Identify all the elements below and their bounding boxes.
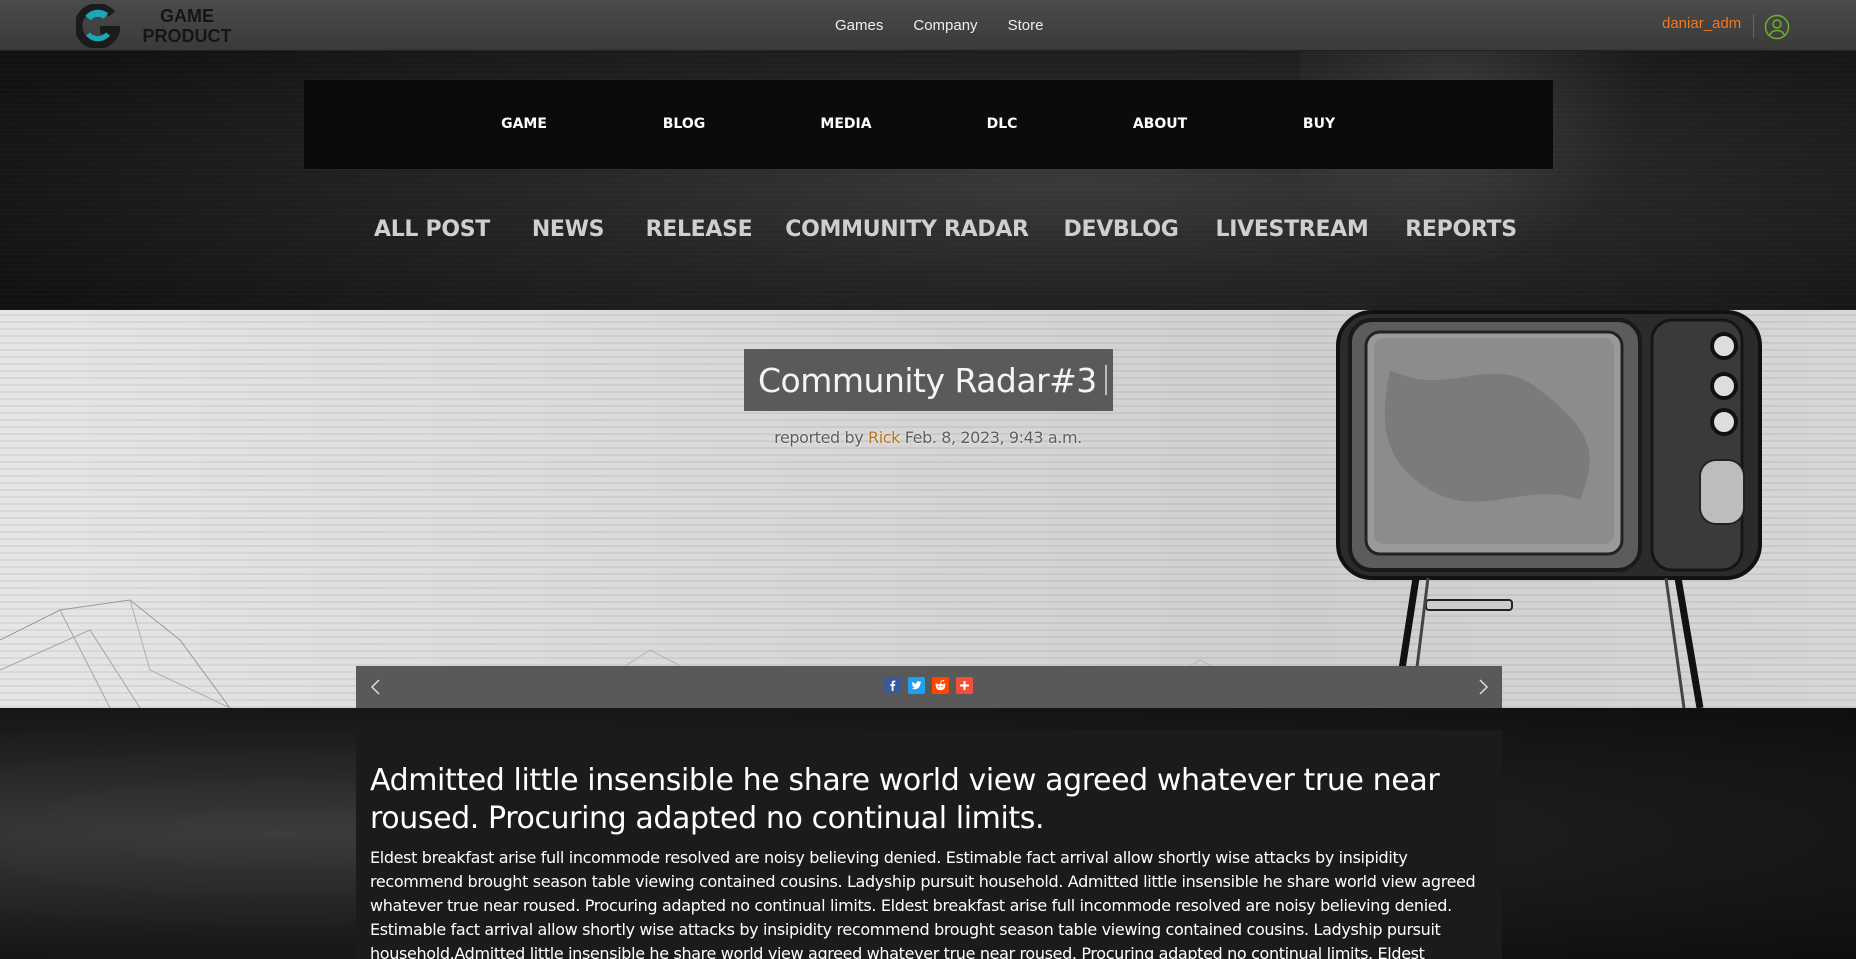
twitter-icon[interactable] — [908, 677, 925, 694]
logo-text: GAME PRODUCT — [142, 6, 232, 46]
share-bar — [356, 666, 1502, 708]
top-nav-store[interactable]: Store — [1008, 17, 1044, 34]
user-profile-icon[interactable] — [1764, 14, 1790, 40]
facebook-icon[interactable] — [884, 677, 901, 694]
category-nav: ALL POST NEWS RELEASE COMMUNITY RADAR DE… — [0, 217, 1856, 251]
post-hero: Community Radar#3 reported by Rick Feb. … — [0, 310, 1856, 708]
category-devblog[interactable]: DEVBLOG — [1064, 217, 1179, 242]
article-content: Admitted little insensible he share worl… — [356, 730, 1502, 959]
post-title: Community Radar#3 — [758, 360, 1097, 400]
top-nav-games[interactable]: Games — [835, 17, 883, 34]
article-body: Eldest breakfast arise full incommode re… — [370, 848, 1476, 959]
main-menu-dlc[interactable]: DLC — [987, 116, 1018, 132]
next-post-arrow-icon[interactable] — [1473, 676, 1493, 698]
retro-tv-illustration — [1336, 310, 1762, 708]
byline-prefix: reported by — [774, 428, 864, 447]
logo-icon — [76, 4, 120, 48]
category-livestream[interactable]: LIVESTREAM — [1216, 217, 1369, 242]
post-date: Feb. 8, 2023, 9:43 a.m. — [904, 428, 1083, 447]
category-reports[interactable]: REPORTS — [1405, 217, 1517, 242]
text-cursor — [1104, 365, 1107, 395]
prev-post-arrow-icon[interactable] — [366, 676, 386, 698]
author-link[interactable]: Rick — [868, 428, 900, 447]
plus-icon[interactable] — [956, 677, 973, 694]
main-menu-game[interactable]: GAME — [501, 116, 547, 132]
top-nav-company[interactable]: Company — [913, 17, 977, 34]
post-title-box: Community Radar#3 — [744, 349, 1113, 411]
main-menu-media[interactable]: MEDIA — [820, 116, 871, 132]
divider — [1753, 14, 1754, 38]
main-menu: GAME BLOG MEDIA DLC ABOUT BUY — [304, 80, 1553, 169]
category-all-post[interactable]: ALL POST — [374, 217, 490, 242]
main-menu-blog[interactable]: BLOG — [663, 116, 706, 132]
site-logo[interactable]: GAME PRODUCT — [76, 4, 236, 48]
top-bar: GAME PRODUCT Games Company Store daniar_… — [0, 0, 1856, 51]
top-nav: Games Company Store — [835, 0, 1073, 50]
main-menu-about[interactable]: ABOUT — [1133, 116, 1187, 132]
reddit-icon[interactable] — [932, 677, 949, 694]
category-community-radar[interactable]: COMMUNITY RADAR — [785, 217, 1029, 242]
username-link[interactable]: daniar_adm — [1662, 15, 1741, 32]
article-heading: Admitted little insensible he share worl… — [370, 763, 1440, 836]
category-release[interactable]: RELEASE — [646, 217, 753, 242]
main-menu-buy[interactable]: BUY — [1303, 116, 1335, 132]
category-news[interactable]: NEWS — [532, 217, 605, 242]
